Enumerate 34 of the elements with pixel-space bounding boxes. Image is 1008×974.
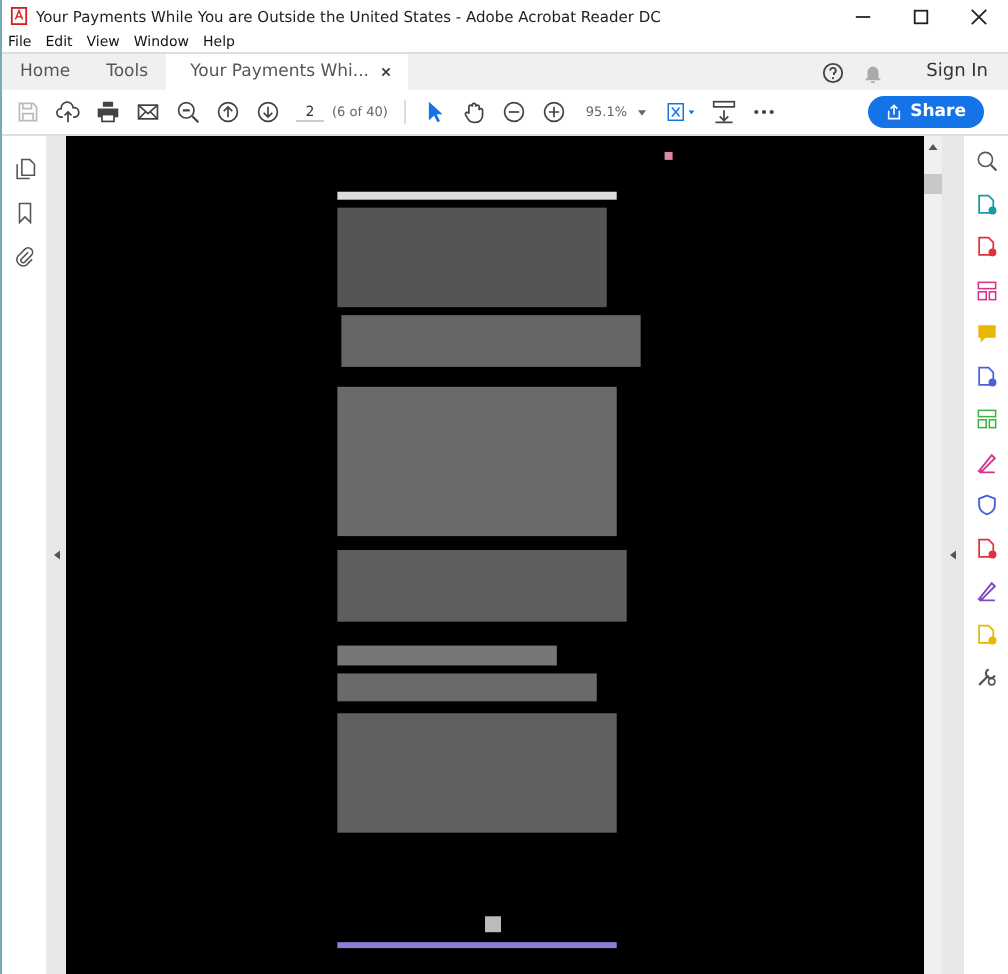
collapse-arrow-icon[interactable]: [949, 550, 955, 560]
layout-icon[interactable]: [975, 279, 997, 301]
tab[interactable]: Your Payments Whi...: [166, 54, 408, 90]
tab[interactable]: Tools: [88, 54, 167, 90]
search-icon[interactable]: [975, 150, 997, 172]
bookmark-icon[interactable]: [13, 202, 35, 224]
scrollbar-thumb[interactable]: [924, 174, 942, 194]
zoom-out-icon[interactable]: [176, 100, 200, 124]
minus-icon[interactable]: [501, 100, 526, 124]
scroll-mode-icon[interactable]: [711, 100, 736, 124]
shield-icon[interactable]: [975, 494, 997, 516]
caret-icon: [637, 109, 646, 115]
cloud-upload-icon[interactable]: [56, 100, 80, 124]
up-arrow-icon[interactable]: [216, 100, 240, 124]
down-arrow-icon[interactable]: [256, 100, 280, 124]
scroll-up-icon[interactable]: [928, 144, 938, 150]
signature-icon[interactable]: [975, 580, 997, 602]
close-icon[interactable]: [970, 7, 988, 25]
close-icon[interactable]: [379, 66, 392, 78]
collapse-arrow-icon[interactable]: [53, 550, 59, 560]
plus-icon[interactable]: [541, 100, 566, 124]
print-icon[interactable]: [96, 100, 120, 124]
help-icon[interactable]: [822, 61, 845, 83]
mail-icon[interactable]: [136, 100, 160, 124]
maximize-icon[interactable]: [912, 7, 930, 25]
sign-in-button[interactable]: Sign In: [902, 54, 1008, 90]
share-button[interactable]: Share: [868, 96, 984, 128]
hand-icon[interactable]: [461, 100, 486, 124]
pages-icon[interactable]: [13, 158, 35, 180]
share-icon: [886, 104, 903, 120]
paperclip-icon[interactable]: [13, 246, 35, 268]
pen-icon[interactable]: [975, 451, 997, 473]
tab[interactable]: Home: [2, 54, 89, 90]
pdf-icon: [10, 6, 28, 26]
